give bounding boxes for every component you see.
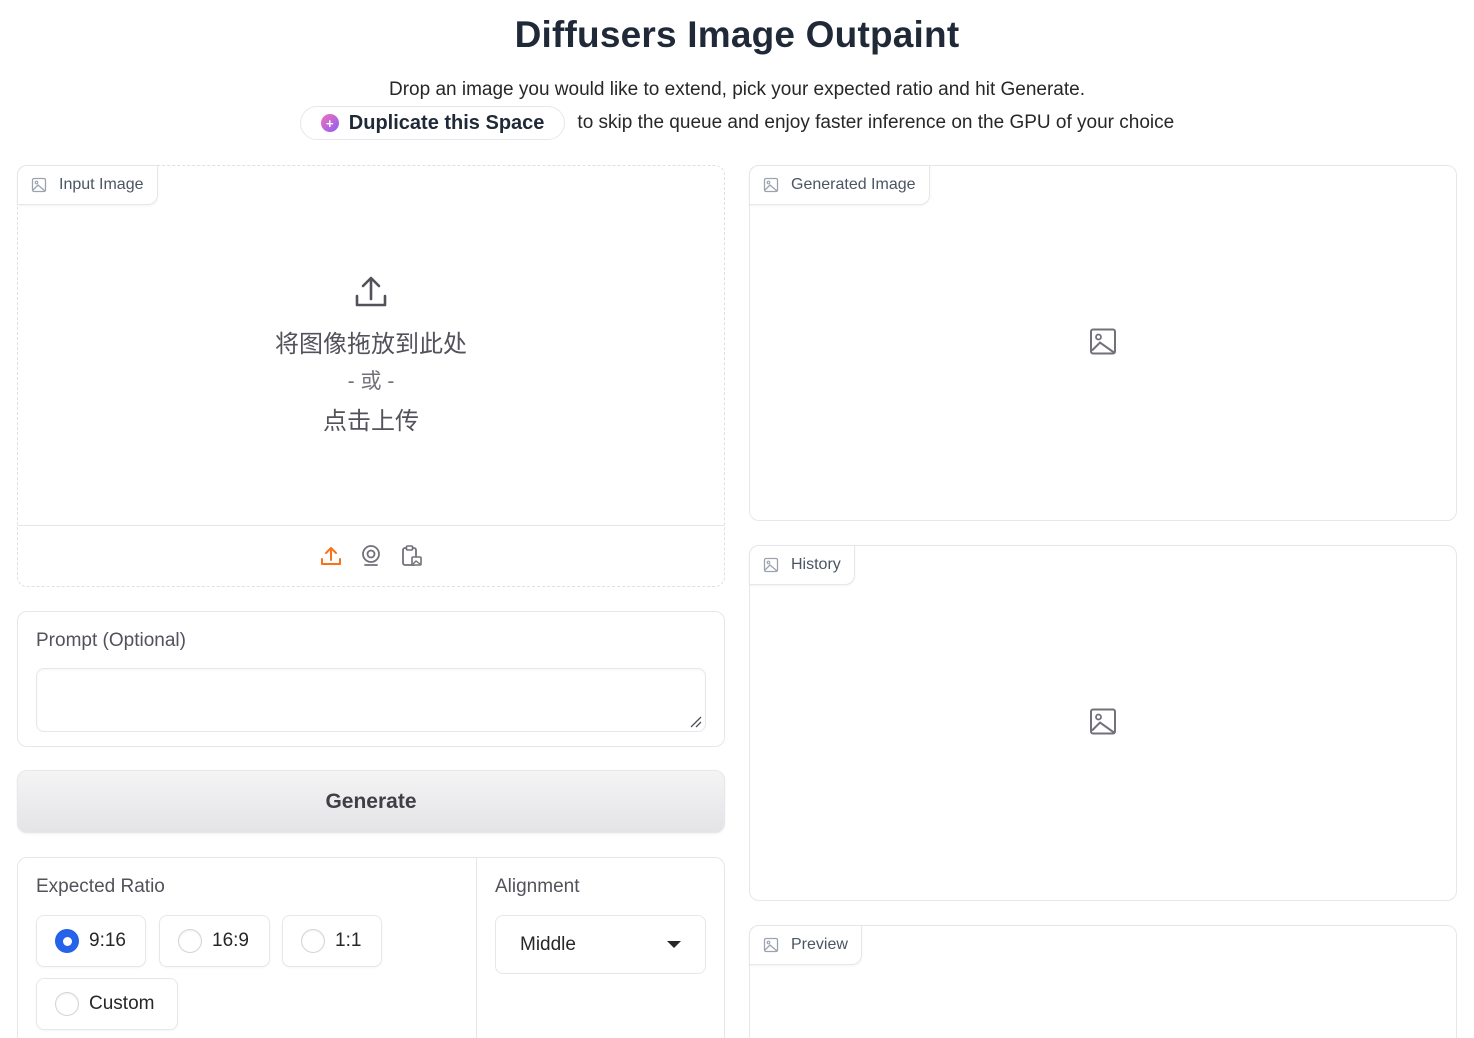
- or-text: - 或 -: [347, 370, 395, 393]
- input-image-label-tab: Input Image: [17, 165, 158, 205]
- alignment-dropdown[interactable]: Middle: [495, 915, 706, 974]
- click-upload-text: 点击上传: [323, 408, 419, 435]
- ratio-option-label: 9:16: [89, 930, 126, 951]
- ratio-option-label: Custom: [89, 993, 155, 1014]
- alignment-value: Middle: [520, 933, 576, 955]
- prompt-label: Prompt (Optional): [36, 630, 186, 651]
- upload-source-toolbar: [18, 525, 724, 586]
- history-label: History: [791, 556, 841, 573]
- image-icon: [31, 177, 47, 193]
- alignment-label: Alignment: [495, 876, 580, 897]
- preview-label: Preview: [791, 936, 848, 953]
- resize-handle-icon[interactable]: [689, 715, 703, 729]
- chevron-down-icon: [667, 941, 681, 948]
- history-panel: History: [749, 545, 1457, 901]
- radio-icon: [178, 929, 202, 953]
- preview-label-tab: Preview: [749, 925, 862, 965]
- upload-icon: [18, 274, 724, 310]
- ratio-option-custom[interactable]: Custom: [36, 978, 178, 1030]
- clipboard-icon[interactable]: [399, 544, 423, 568]
- input-image-dropzone[interactable]: Input Image 将图像拖放到此处 - 或 - 点击上传: [17, 165, 725, 587]
- image-icon: [763, 557, 779, 573]
- webcam-icon[interactable]: [359, 544, 383, 568]
- upload-icon[interactable]: [319, 544, 343, 568]
- generated-image-label: Generated Image: [791, 176, 916, 193]
- radio-icon: [301, 929, 325, 953]
- prompt-block: Prompt (Optional): [17, 611, 725, 747]
- settings-block: Expected Ratio 9:16 16:9 1:1 Custom Alig…: [17, 857, 725, 1038]
- generated-image-label-tab: Generated Image: [749, 165, 930, 205]
- image-placeholder-icon: [1089, 328, 1117, 361]
- generated-image-panel: Generated Image: [749, 165, 1457, 521]
- duplicate-description: to skip the queue and enjoy faster infer…: [577, 112, 1175, 133]
- image-icon: [763, 937, 779, 953]
- generate-button[interactable]: Generate: [17, 770, 725, 833]
- drop-text: 将图像拖放到此处: [275, 331, 467, 358]
- prompt-input[interactable]: [36, 668, 706, 732]
- radio-selected-icon: [55, 929, 79, 953]
- upload-prompt[interactable]: 将图像拖放到此处 - 或 - 点击上传: [18, 274, 724, 436]
- input-image-label: Input Image: [59, 176, 144, 193]
- history-label-tab: History: [749, 545, 855, 585]
- ratio-option-label: 16:9: [212, 930, 249, 951]
- preview-panel: Preview: [749, 925, 1457, 1038]
- ratio-option-1-1[interactable]: 1:1: [282, 915, 382, 967]
- image-placeholder-icon: [1089, 708, 1117, 741]
- radio-icon: [55, 992, 79, 1016]
- page-description: Drop an image you would like to extend, …: [388, 79, 1085, 100]
- image-icon: [763, 177, 779, 193]
- duplicate-icon: +: [320, 114, 339, 132]
- duplicate-row: + Duplicate this Space to skip the queue…: [0, 106, 1474, 140]
- settings-divider: [476, 858, 477, 1038]
- ratio-option-label: 1:1: [335, 930, 362, 951]
- ratio-option-9-16[interactable]: 9:16: [36, 915, 146, 967]
- duplicate-space-label: Duplicate this Space: [348, 111, 545, 134]
- ratio-option-16-9[interactable]: 16:9: [159, 915, 270, 967]
- expected-ratio-label: Expected Ratio: [36, 876, 165, 897]
- page-title: Diffusers Image Outpaint: [514, 14, 960, 55]
- duplicate-space-button[interactable]: + Duplicate this Space: [299, 106, 566, 140]
